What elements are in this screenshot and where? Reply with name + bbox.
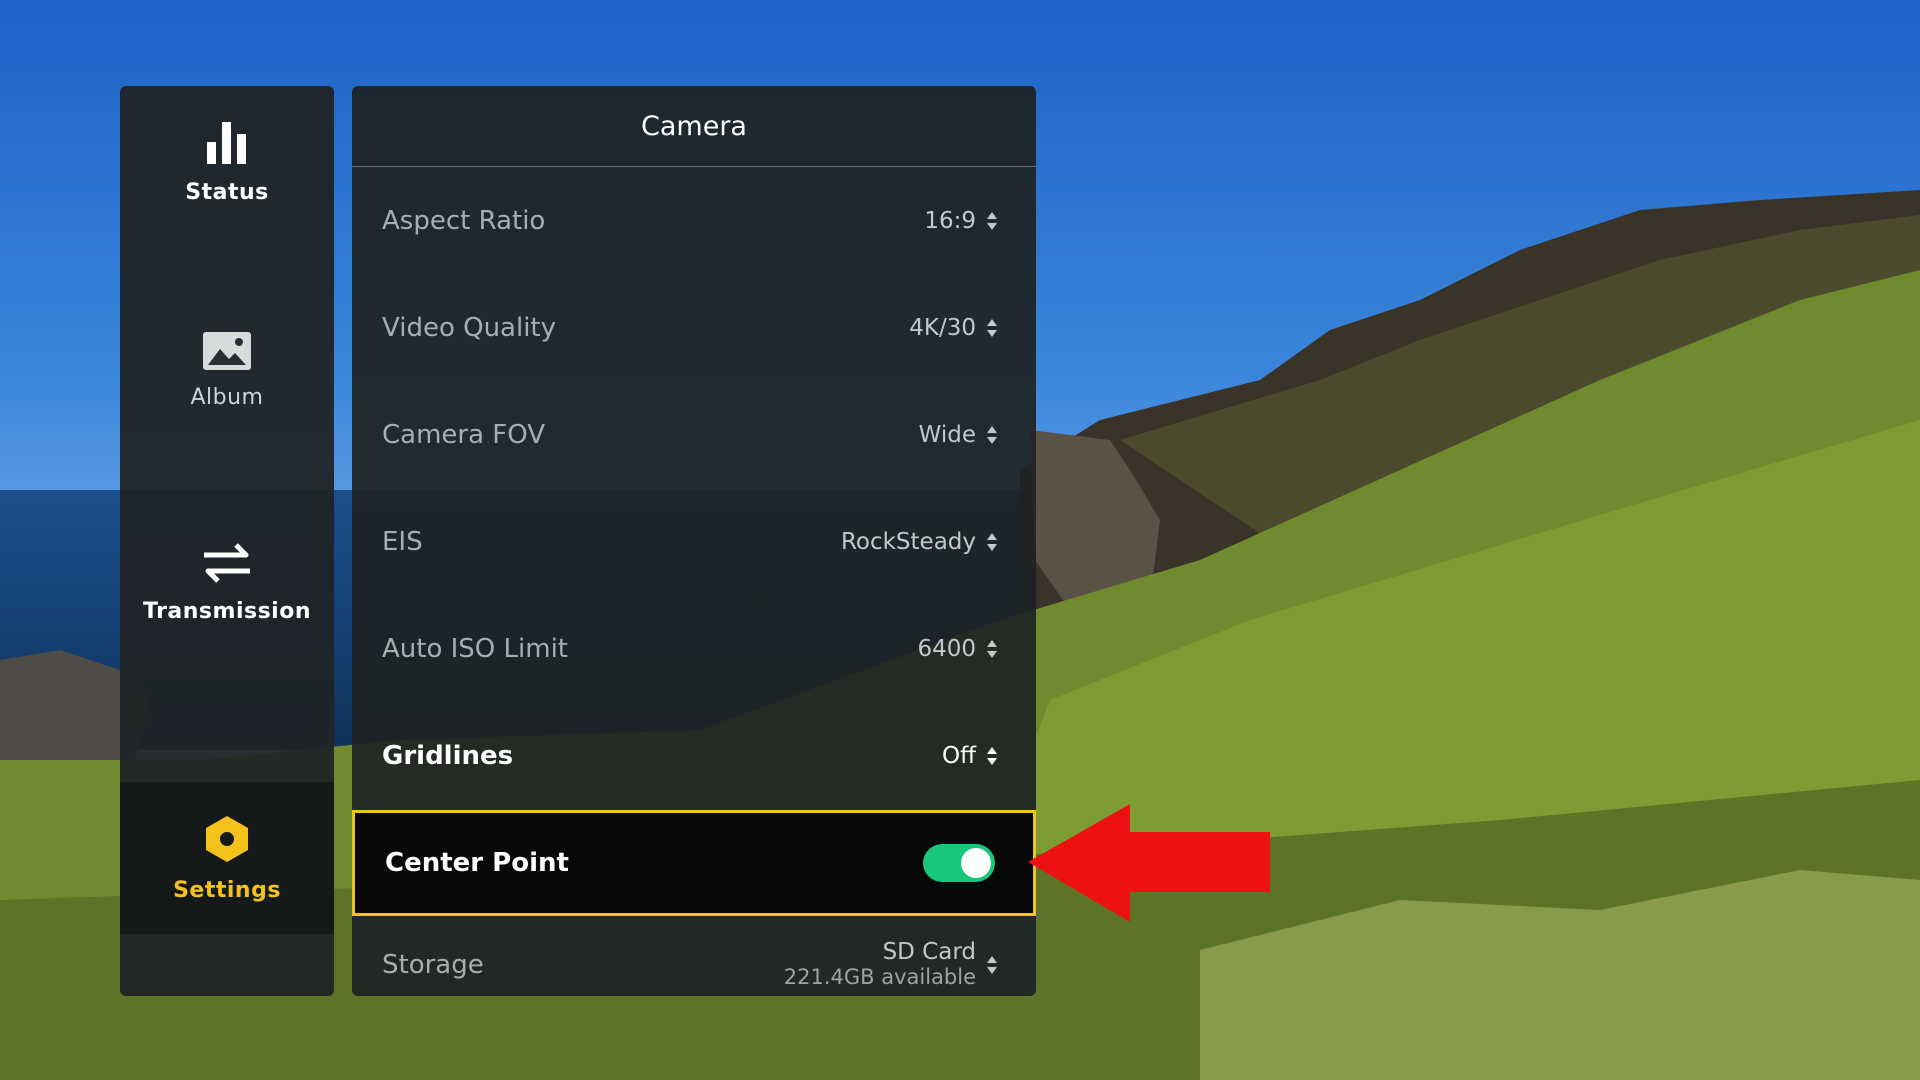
setting-value: Wide <box>919 422 998 448</box>
nav-item-settings[interactable]: Settings <box>120 782 334 934</box>
stepper-arrows-icon <box>986 318 998 338</box>
image-icon <box>202 331 252 375</box>
setting-value: 4K/30 <box>909 315 998 341</box>
stepper-arrows-icon <box>986 746 998 766</box>
setting-row-auto-iso-limit[interactable]: Auto ISO Limit 6400 <box>352 595 1036 702</box>
setting-label: Aspect Ratio <box>382 205 546 236</box>
nav-item-status[interactable]: Status <box>120 86 334 238</box>
swap-arrows-icon <box>200 541 254 589</box>
toggle-knob <box>961 848 991 878</box>
storage-type: SD Card <box>882 939 976 965</box>
callout-arrow-icon <box>1028 804 1270 922</box>
nav-item-label: Transmission <box>142 598 311 624</box>
setting-value: Off <box>942 743 998 769</box>
setting-row-center-point[interactable]: Center Point <box>352 810 1036 916</box>
storage-available: 221.4GB available <box>783 965 976 989</box>
panel-title: Camera <box>352 86 1036 167</box>
center-point-toggle[interactable] <box>923 844 995 882</box>
stepper-arrows-icon <box>986 211 998 231</box>
setting-value: 6400 <box>917 636 998 662</box>
camera-settings-panel: Camera Aspect Ratio 16:9 Video Quality 4… <box>352 86 1036 996</box>
side-nav: Status Album Transmission Settings <box>120 86 334 996</box>
setting-label: EIS <box>382 526 423 557</box>
setting-row-eis[interactable]: EIS RockSteady <box>352 488 1036 595</box>
nav-item-transmission[interactable]: Transmission <box>120 506 334 658</box>
nav-item-label: Album <box>190 384 264 410</box>
setting-label: Auto ISO Limit <box>382 633 568 664</box>
bar-chart-icon <box>203 120 251 170</box>
setting-row-aspect-ratio[interactable]: Aspect Ratio 16:9 <box>352 167 1036 274</box>
nav-item-label: Settings <box>173 877 281 903</box>
setting-row-camera-fov[interactable]: Camera FOV Wide <box>352 381 1036 488</box>
nav-item-label: Status <box>185 179 269 205</box>
setting-row-gridlines[interactable]: Gridlines Off <box>352 702 1036 809</box>
stepper-arrows-icon <box>986 532 998 552</box>
stepper-arrows-icon <box>986 425 998 445</box>
stepper-arrows-icon <box>986 955 998 975</box>
setting-value: RockSteady <box>841 529 998 555</box>
setting-label: Storage <box>382 950 484 980</box>
setting-label: Gridlines <box>382 740 514 771</box>
setting-value: SD Card 221.4GB available <box>784 940 998 990</box>
setting-row-video-quality[interactable]: Video Quality 4K/30 <box>352 274 1036 381</box>
setting-value: 16:9 <box>924 208 998 234</box>
setting-label: Center Point <box>385 848 569 878</box>
hexagon-gear-icon <box>203 814 251 868</box>
setting-row-storage[interactable]: Storage SD Card 221.4GB available <box>352 920 1036 996</box>
stepper-arrows-icon <box>986 639 998 659</box>
nav-item-album[interactable]: Album <box>120 294 334 446</box>
setting-label: Video Quality <box>382 312 557 343</box>
setting-label: Camera FOV <box>382 419 546 450</box>
